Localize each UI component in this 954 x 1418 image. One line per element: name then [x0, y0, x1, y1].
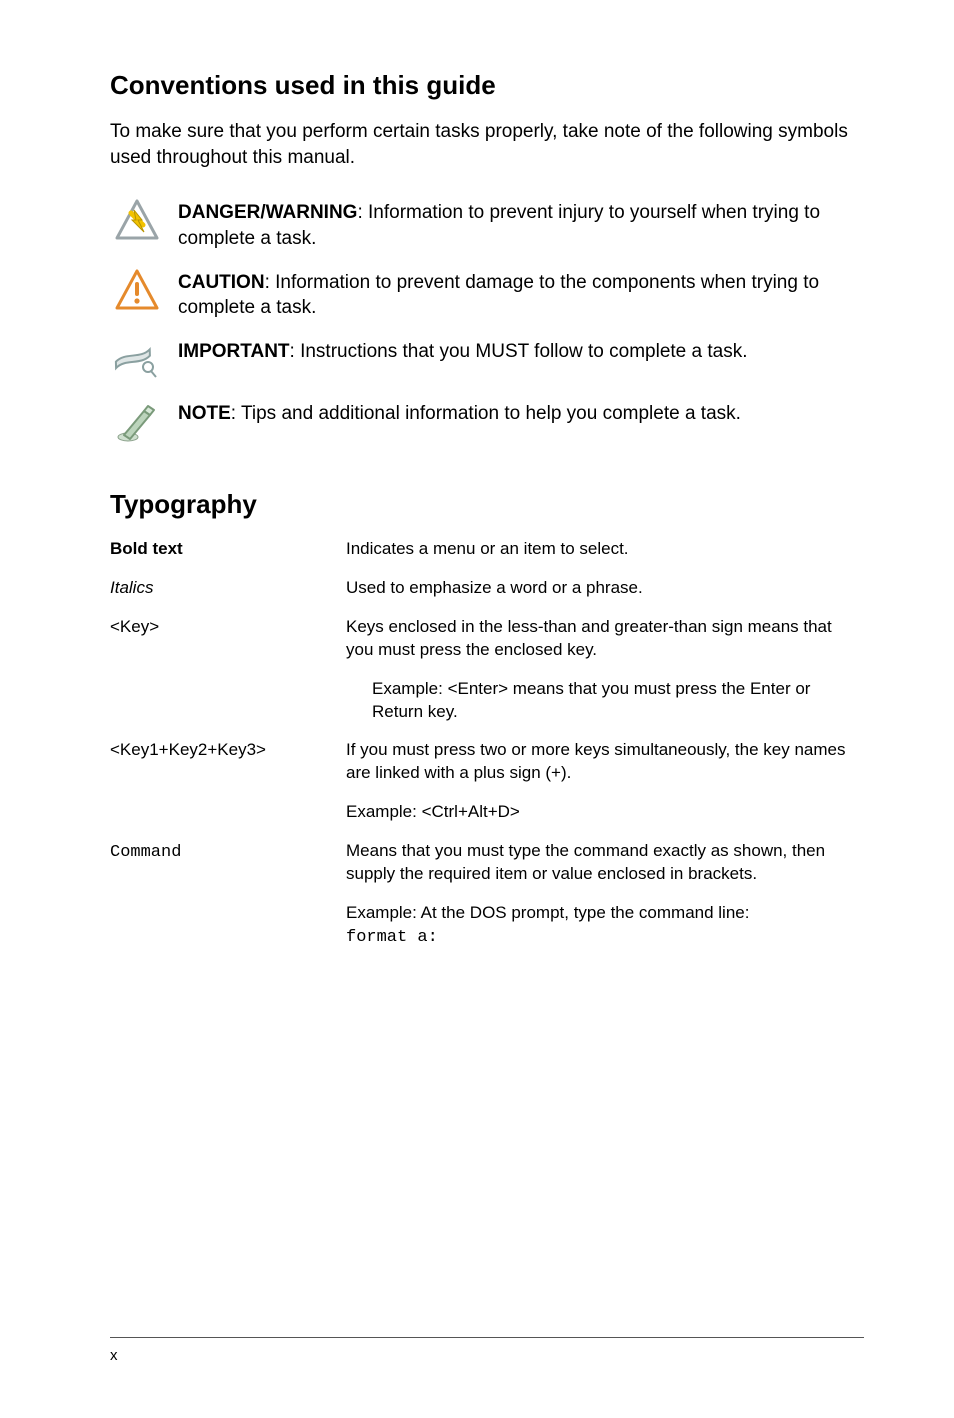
key-example-term: [110, 670, 346, 732]
bold-text-term: Bold text: [110, 530, 346, 569]
admonition-caution: CAUTION: Information to prevent damage t…: [110, 268, 864, 321]
admonition-caution-text: CAUTION: Information to prevent damage t…: [178, 268, 864, 321]
footer-rule: [110, 1337, 864, 1338]
typography-desc: Means that you must type the command exa…: [346, 832, 864, 894]
admonition-important: IMPORTANT: Instructions that you MUST fo…: [110, 337, 864, 383]
admonition-note-label: NOTE: [178, 403, 231, 424]
table-row: CommandMeans that you must type the comm…: [110, 832, 864, 894]
table-row: <Key1+Key2+Key3>If you must press two or…: [110, 731, 864, 793]
admonition-important-text: IMPORTANT: Instructions that you MUST fo…: [178, 337, 748, 365]
admonition-important-label: IMPORTANT: [178, 341, 290, 362]
conventions-intro: To make sure that you perform certain ta…: [110, 119, 864, 170]
admonition-caution-body: : Information to prevent damage to the c…: [178, 272, 819, 319]
page: Conventions used in this guide To make s…: [0, 0, 954, 1418]
table-row: <Key>Keys enclosed in the less-than and …: [110, 608, 864, 670]
note-icon: [114, 399, 160, 445]
admonition-note-text: NOTE: Tips and additional information to…: [178, 399, 741, 427]
conventions-heading: Conventions used in this guide: [110, 70, 864, 101]
admonition-caution-label: CAUTION: [178, 272, 265, 293]
table-row: Example: At the DOS prompt, type the com…: [110, 894, 864, 958]
admonition-danger-label: DANGER/WARNING: [178, 202, 357, 223]
keycombo-example-term: [110, 793, 346, 832]
table-row: Example: <Ctrl+Alt+D>: [110, 793, 864, 832]
admonition-danger-text: DANGER/WARNING: Information to prevent i…: [178, 198, 864, 251]
command-term: Command: [110, 832, 346, 894]
typography-desc-text: Example: <Enter> means that you must pre…: [346, 678, 858, 724]
important-icon: [114, 337, 160, 383]
typography-table: Bold textIndicates a menu or an item to …: [110, 530, 864, 958]
typography-desc: Example: At the DOS prompt, type the com…: [346, 894, 864, 958]
admonitions-list: DANGER/WARNING: Information to prevent i…: [110, 198, 864, 445]
typography-heading: Typography: [110, 489, 864, 520]
keycombo-term: <Key1+Key2+Key3>: [110, 731, 346, 793]
typography-desc: Used to emphasize a word or a phrase.: [346, 569, 864, 608]
command-example-term: [110, 894, 346, 958]
admonition-note-body: : Tips and additional information to hel…: [231, 403, 741, 424]
italics-term: Italics: [110, 569, 346, 608]
table-row: Bold textIndicates a menu or an item to …: [110, 530, 864, 569]
key-term: <Key>: [110, 608, 346, 670]
danger-icon: [114, 198, 160, 244]
page-number: x: [110, 1347, 118, 1364]
typography-desc: If you must press two or more keys simul…: [346, 731, 864, 793]
admonition-danger: DANGER/WARNING: Information to prevent i…: [110, 198, 864, 251]
typography-desc: Indicates a menu or an item to select.: [346, 530, 864, 569]
admonition-note: NOTE: Tips and additional information to…: [110, 399, 864, 445]
typography-desc: Keys enclosed in the less-than and great…: [346, 608, 864, 670]
caution-icon: [114, 268, 160, 314]
typography-desc: Example: <Ctrl+Alt+D>: [346, 793, 864, 832]
admonition-important-body: : Instructions that you MUST follow to c…: [290, 341, 748, 362]
table-row: Example: <Enter> means that you must pre…: [110, 670, 864, 732]
typography-tbody: Bold textIndicates a menu or an item to …: [110, 530, 864, 958]
typography-desc: Example: <Enter> means that you must pre…: [346, 670, 864, 732]
table-row: ItalicsUsed to emphasize a word or a phr…: [110, 569, 864, 608]
